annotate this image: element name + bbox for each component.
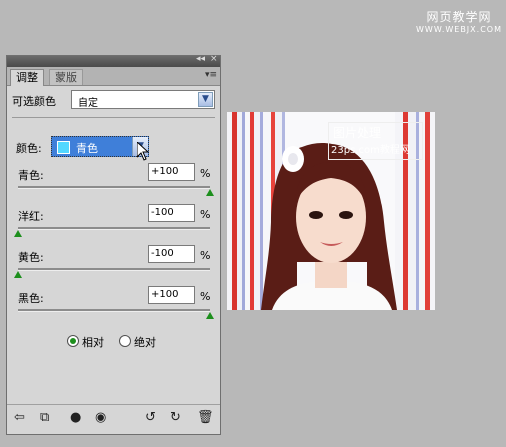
color-label: 颜色: xyxy=(16,142,42,155)
slider-label: 青色: xyxy=(18,169,44,182)
preview-image: 图片处理 23ps.com教程网 xyxy=(227,112,435,310)
site-watermark: 网页教学网 WWW.WEBJX.COM xyxy=(416,8,502,34)
preset-value: 自定 xyxy=(78,98,98,109)
color-value: 青色 xyxy=(76,142,98,155)
slider-row: 洋红: -100% xyxy=(7,204,220,244)
trash-icon[interactable]: 🗑 xyxy=(197,410,214,425)
slider-value-input[interactable]: +100 xyxy=(148,286,195,304)
percent-label: % xyxy=(200,249,211,262)
slider-row: 黄色: -100% xyxy=(7,245,220,285)
panel-bottom-toolbar: ⇦ ⧉ ● ◉ ↺ ↻ 🗑 xyxy=(7,404,220,433)
clip-to-layer-icon[interactable]: ⧉ xyxy=(40,410,49,425)
mouse-cursor-icon xyxy=(137,142,149,161)
mask-icon[interactable]: ● xyxy=(70,410,81,425)
percent-label: % xyxy=(200,167,211,180)
reset-icon[interactable]: ↻ xyxy=(170,410,181,425)
tab-adjustments[interactable]: 调整 xyxy=(10,69,44,86)
slider-value-input[interactable]: -100 xyxy=(148,245,195,263)
back-icon[interactable]: ⇦ xyxy=(14,410,25,425)
adjustment-title: 可选颜色 xyxy=(12,95,56,108)
slider-row: 黑色: +100% xyxy=(7,286,220,326)
preset-select[interactable]: 自定 ▼ xyxy=(71,90,215,109)
collapse-icon[interactable]: ◂◂ xyxy=(196,54,205,64)
chevron-down-icon[interactable]: ▼ xyxy=(198,92,213,107)
eye-icon[interactable]: ◉ xyxy=(95,410,106,425)
panel-menu-icon[interactable]: ▾≡ xyxy=(205,70,217,80)
adjustments-panel: ◂◂ × 调整 蒙版 ▾≡ 可选颜色 自定 ▼ 颜色: 青色 ▼ 青色: +100… xyxy=(6,54,221,435)
slider-thumb[interactable] xyxy=(14,271,22,278)
slider-track[interactable] xyxy=(18,268,210,271)
watermark-en: WWW.WEBJX.COM xyxy=(416,25,502,34)
panel-titlebar[interactable]: ◂◂ × xyxy=(7,54,220,67)
color-select[interactable]: 青色 ▼ xyxy=(51,136,149,157)
absolute-radio[interactable] xyxy=(119,335,131,347)
absolute-label[interactable]: 绝对 xyxy=(134,334,156,350)
slider-track[interactable] xyxy=(18,309,210,312)
slider-row: 青色: +100% xyxy=(7,163,220,203)
panel-tabs: 调整 蒙版 xyxy=(7,67,220,86)
slider-track[interactable] xyxy=(18,186,210,189)
slider-label: 洋红: xyxy=(18,210,44,223)
slider-value-input[interactable]: -100 xyxy=(148,204,195,222)
slider-label: 黑色: xyxy=(18,292,44,305)
slider-thumb[interactable] xyxy=(206,312,214,319)
watermark-cn: 网页教学网 xyxy=(426,10,492,24)
percent-label: % xyxy=(200,208,211,221)
divider xyxy=(12,117,215,118)
photo-watermark-url: 23ps.com教程网 xyxy=(331,145,410,156)
percent-label: % xyxy=(200,290,211,303)
relative-radio[interactable] xyxy=(67,335,79,347)
relative-label[interactable]: 相对 xyxy=(82,334,104,350)
view-previous-icon[interactable]: ↺ xyxy=(145,410,156,425)
slider-label: 黄色: xyxy=(18,251,44,264)
slider-thumb[interactable] xyxy=(206,189,214,196)
slider-thumb[interactable] xyxy=(14,230,22,237)
color-swatch xyxy=(57,141,70,154)
close-icon[interactable]: × xyxy=(210,54,218,64)
slider-value-input[interactable]: +100 xyxy=(148,163,195,181)
photo-watermark-title: 图片处理 xyxy=(333,126,382,140)
slider-track[interactable] xyxy=(18,227,210,230)
tab-masks[interactable]: 蒙版 xyxy=(49,69,83,85)
